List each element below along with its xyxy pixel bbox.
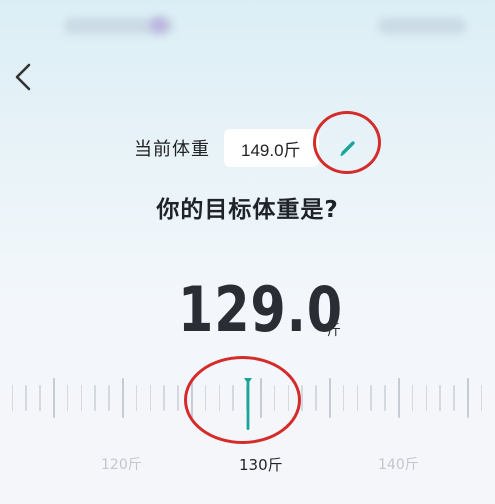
ruler-tick xyxy=(108,385,110,411)
ruler-tick xyxy=(411,385,414,411)
ruler-tick xyxy=(39,385,41,411)
ruler-label-130: 130斤 xyxy=(239,456,283,474)
status-bar xyxy=(0,0,495,50)
ruler-tick xyxy=(356,385,359,411)
ruler-tick xyxy=(11,385,14,411)
ruler-tick xyxy=(329,378,331,418)
ruler-tick xyxy=(66,385,69,411)
ruler-tick xyxy=(218,385,221,411)
ruler-tick xyxy=(384,385,386,411)
status-app-icon-blurred xyxy=(150,16,168,34)
target-weight-question: 你的目标体重是? xyxy=(156,197,339,223)
ruler-tick xyxy=(301,385,303,411)
ruler-tick xyxy=(191,378,193,418)
ruler-tick xyxy=(260,378,262,418)
ruler-tick xyxy=(177,385,179,411)
current-weight-row: 当前体重 149.0斤 xyxy=(134,128,359,168)
ruler-tick xyxy=(273,385,276,411)
ruler-tick xyxy=(122,378,124,418)
ruler-indicator[interactable] xyxy=(244,378,252,430)
ruler-tick xyxy=(232,385,234,411)
ruler-tick xyxy=(342,385,345,411)
ruler-tick xyxy=(287,385,290,411)
ruler-tick xyxy=(94,385,96,411)
target-weight-value: 129.0 xyxy=(178,273,343,346)
edit-current-weight-button[interactable] xyxy=(337,137,359,159)
ruler-tick xyxy=(398,378,400,418)
ruler-tick xyxy=(453,385,455,411)
current-weight-label: 当前体重 xyxy=(134,139,210,160)
ruler-tick xyxy=(80,385,83,411)
ruler-tick xyxy=(135,385,138,411)
ruler-label-140: 140斤 xyxy=(378,457,419,473)
ruler-tick xyxy=(53,378,55,418)
ruler-label-120: 120斤 xyxy=(101,457,142,473)
ruler-tick xyxy=(370,385,372,411)
ruler-tick xyxy=(467,378,469,418)
ruler-tick xyxy=(25,385,27,411)
ruler-tick xyxy=(204,385,207,411)
ruler-tick xyxy=(439,385,441,411)
ruler-tick xyxy=(163,385,165,411)
status-battery-blurred xyxy=(378,18,466,34)
ruler-tick xyxy=(425,385,428,411)
ruler-tick xyxy=(149,385,152,411)
current-weight-value: 149.0斤 xyxy=(241,140,301,160)
target-weight-unit: 斤 xyxy=(327,323,341,339)
pencil-icon xyxy=(340,141,355,156)
current-weight-value-box[interactable]: 149.0斤 xyxy=(224,129,319,167)
ruler-tick xyxy=(480,385,483,411)
ruler-tick xyxy=(315,385,317,411)
chevron-left-icon xyxy=(15,63,31,91)
back-button[interactable] xyxy=(8,60,38,94)
target-weight-display: 129.0 斤 xyxy=(0,270,495,350)
